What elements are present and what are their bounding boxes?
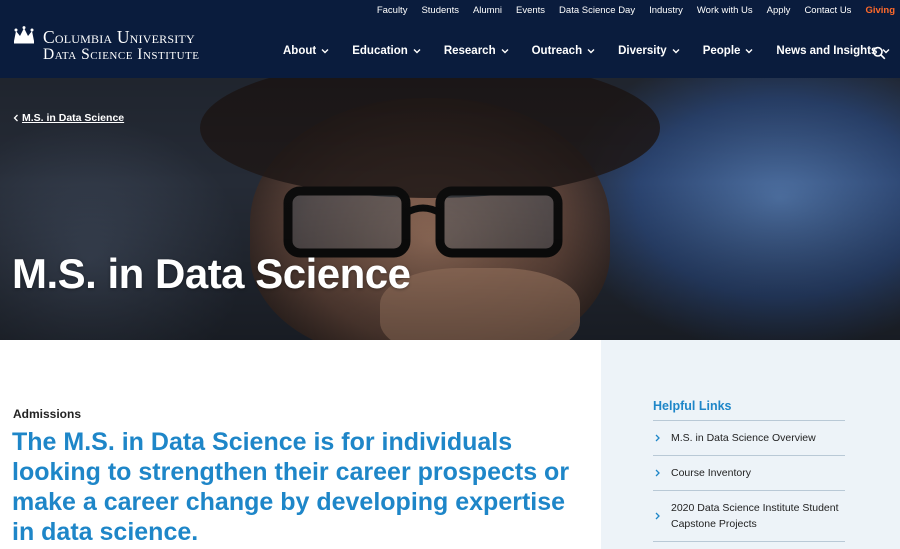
nav-education-label: Education	[352, 45, 408, 57]
utility-link-contact-us[interactable]: Contact Us	[797, 5, 858, 16]
nav-about-label: About	[283, 45, 317, 57]
helpful-link-label: M.S. in Data Science Overview	[671, 432, 816, 444]
chevron-down-icon	[413, 49, 421, 54]
helpful-links-list: M.S. in Data Science Overview Course Inv…	[653, 420, 845, 542]
nav-education[interactable]: Education	[352, 45, 421, 57]
section-eyebrow: Admissions	[13, 407, 82, 421]
utility-nav: Faculty Students Alumni Events Data Scie…	[370, 5, 898, 16]
chevron-down-icon	[501, 49, 509, 54]
crown-icon	[14, 26, 34, 44]
chevron-right-icon	[655, 469, 660, 477]
chevron-down-icon	[672, 49, 680, 54]
lead-paragraph: The M.S. in Data Science is for individu…	[12, 428, 570, 546]
utility-link-industry[interactable]: Industry	[642, 5, 690, 16]
breadcrumb-link[interactable]: M.S. in Data Science	[22, 112, 124, 124]
nav-about[interactable]: About	[283, 45, 329, 57]
breadcrumb[interactable]: M.S. in Data Science	[13, 112, 124, 124]
main-nav: About Education Research Outreach Divers…	[283, 45, 900, 57]
chevron-right-icon	[655, 434, 660, 442]
logo-institute-name: Data Science Institute	[43, 46, 200, 63]
hero-banner: M.S. in Data Science M.S. in Data Scienc…	[0, 78, 900, 340]
search-icon[interactable]	[872, 46, 886, 60]
helpful-link-label: 2020 Data Science Institute Student Caps…	[671, 502, 839, 530]
chevron-down-icon	[587, 49, 595, 54]
helpful-link-capstone-projects[interactable]: 2020 Data Science Institute Student Caps…	[653, 491, 845, 542]
helpful-link-ms-overview[interactable]: M.S. in Data Science Overview	[653, 421, 845, 456]
nav-news-and-insights-label: News and Insights	[776, 45, 878, 57]
hero-overlay	[0, 78, 900, 340]
nav-outreach[interactable]: Outreach	[532, 45, 596, 57]
nav-people[interactable]: People	[703, 45, 754, 57]
utility-link-alumni[interactable]: Alumni	[466, 5, 509, 16]
chevron-down-icon	[321, 49, 329, 54]
chevron-down-icon	[745, 49, 753, 54]
logo-university-name: Columbia University	[43, 27, 195, 47]
utility-link-giving[interactable]: Giving	[858, 5, 898, 16]
nav-research-label: Research	[443, 45, 496, 57]
nav-diversity[interactable]: Diversity	[618, 45, 680, 57]
utility-link-work-with-us[interactable]: Work with Us	[690, 5, 760, 16]
page-title: M.S. in Data Science	[12, 250, 411, 297]
main-content: Admissions The M.S. in Data Science is f…	[0, 340, 601, 549]
utility-link-students[interactable]: Students	[414, 5, 466, 16]
helpful-links-sidebar: Helpful Links M.S. in Data Science Overv…	[601, 340, 900, 549]
nav-people-label: People	[702, 45, 741, 57]
site-header: Columbia University Data Science Institu…	[0, 0, 900, 78]
utility-link-data-science-day[interactable]: Data Science Day	[552, 5, 642, 16]
utility-link-apply[interactable]: Apply	[760, 5, 798, 16]
nav-diversity-label: Diversity	[618, 45, 667, 57]
utility-link-events[interactable]: Events	[509, 5, 552, 16]
nav-outreach-label: Outreach	[531, 45, 583, 57]
helpful-link-label: Course Inventory	[671, 467, 751, 479]
chevron-right-icon	[655, 512, 660, 520]
helpful-links-title: Helpful Links	[653, 399, 732, 413]
nav-research[interactable]: Research	[444, 45, 509, 57]
helpful-link-course-inventory[interactable]: Course Inventory	[653, 456, 845, 491]
chevron-left-icon	[13, 114, 18, 122]
utility-link-faculty[interactable]: Faculty	[370, 5, 415, 16]
